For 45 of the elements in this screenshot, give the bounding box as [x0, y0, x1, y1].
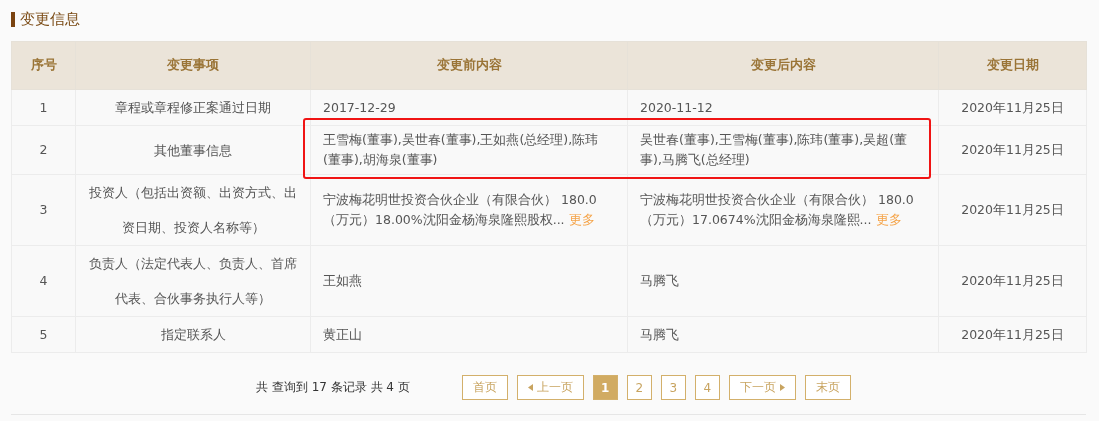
first-page-button[interactable]: 首页 [461, 375, 508, 400]
more-link[interactable]: 更多 [875, 212, 902, 227]
title-bar [11, 11, 15, 27]
table-cell: 章程或章程修正案通过日期 [75, 89, 311, 126]
record-summary: 共 查询到 17 条记录 共 4 页 [256, 379, 410, 396]
cell-text: 马腾飞 [640, 326, 679, 342]
column-header: 变更日期 [938, 41, 1087, 90]
prev-page-button[interactable]: 上一页 [516, 375, 584, 400]
page-button[interactable]: 1 [592, 375, 618, 400]
table-cell: 2020年11月25日 [938, 125, 1087, 175]
table-cell: 4 [11, 245, 76, 317]
table-cell: 5 [11, 316, 76, 353]
cell-text: 2017-12-29 [323, 99, 396, 115]
table-cell: 2 [11, 125, 76, 175]
table-cell: 2020年11月25日 [938, 316, 1087, 353]
column-header: 变更前内容 [310, 41, 628, 90]
caret-left-icon [527, 384, 533, 391]
table-cell: 1 [11, 89, 76, 126]
last-page-button[interactable]: 末页 [804, 375, 851, 400]
cell-text: 宁波梅花明世投资合伙企业（有限合伙） 180.0（万元）18.00%沈阳金杨海泉隆熙股权... 更多 [323, 192, 597, 227]
table-cell: 3 [11, 174, 76, 246]
page-button[interactable]: 2 [626, 375, 652, 400]
cell-text: 王如燕 [323, 273, 362, 288]
column-header: 序号 [11, 41, 76, 90]
table-cell: 2020年11月25日 [938, 89, 1087, 126]
column-header: 变更事项 [75, 41, 311, 90]
cell-text: 王雪梅(董事),吴世春(董事),王如燕(总经理),陈玮(董事),胡海泉(董事) [323, 132, 599, 167]
cell-text: 宁波梅花明世投资合伙企业（有限合伙） 180.0（万元）17.0674%沈阳金杨海泉隆熙... 更多 [640, 192, 914, 227]
table-cell: 2020年11月25日 [938, 174, 1087, 246]
cell-text: 2020-11-12 [640, 99, 713, 115]
page-button[interactable]: 3 [660, 375, 686, 400]
table-cell: 指定联系人 [75, 316, 311, 353]
table-cell: 负责人（法定代表人、负责人、首席代表、合伙事务执行人等） [75, 245, 311, 317]
page-button[interactable]: 4 [694, 375, 720, 400]
table-cell: 2020年11月25日 [938, 245, 1087, 317]
next-page-button[interactable]: 下一页 [728, 375, 796, 400]
table-cell: 其他董事信息 [75, 125, 311, 175]
column-header: 变更后内容 [627, 41, 939, 90]
caret-right-icon [779, 384, 785, 391]
more-link[interactable]: 更多 [568, 212, 595, 227]
cell-text: 吴世春(董事),王雪梅(董事),陈玮(董事),吴超(董事),马腾飞(总经理) [640, 132, 908, 167]
section-title: 变更信息 [20, 9, 80, 29]
cell-text: 黄正山 [323, 326, 362, 342]
table-cell: 投资人（包括出资额、出资方式、出资日期、投资人名称等） [75, 174, 311, 246]
cell-text: 马腾飞 [640, 273, 679, 288]
